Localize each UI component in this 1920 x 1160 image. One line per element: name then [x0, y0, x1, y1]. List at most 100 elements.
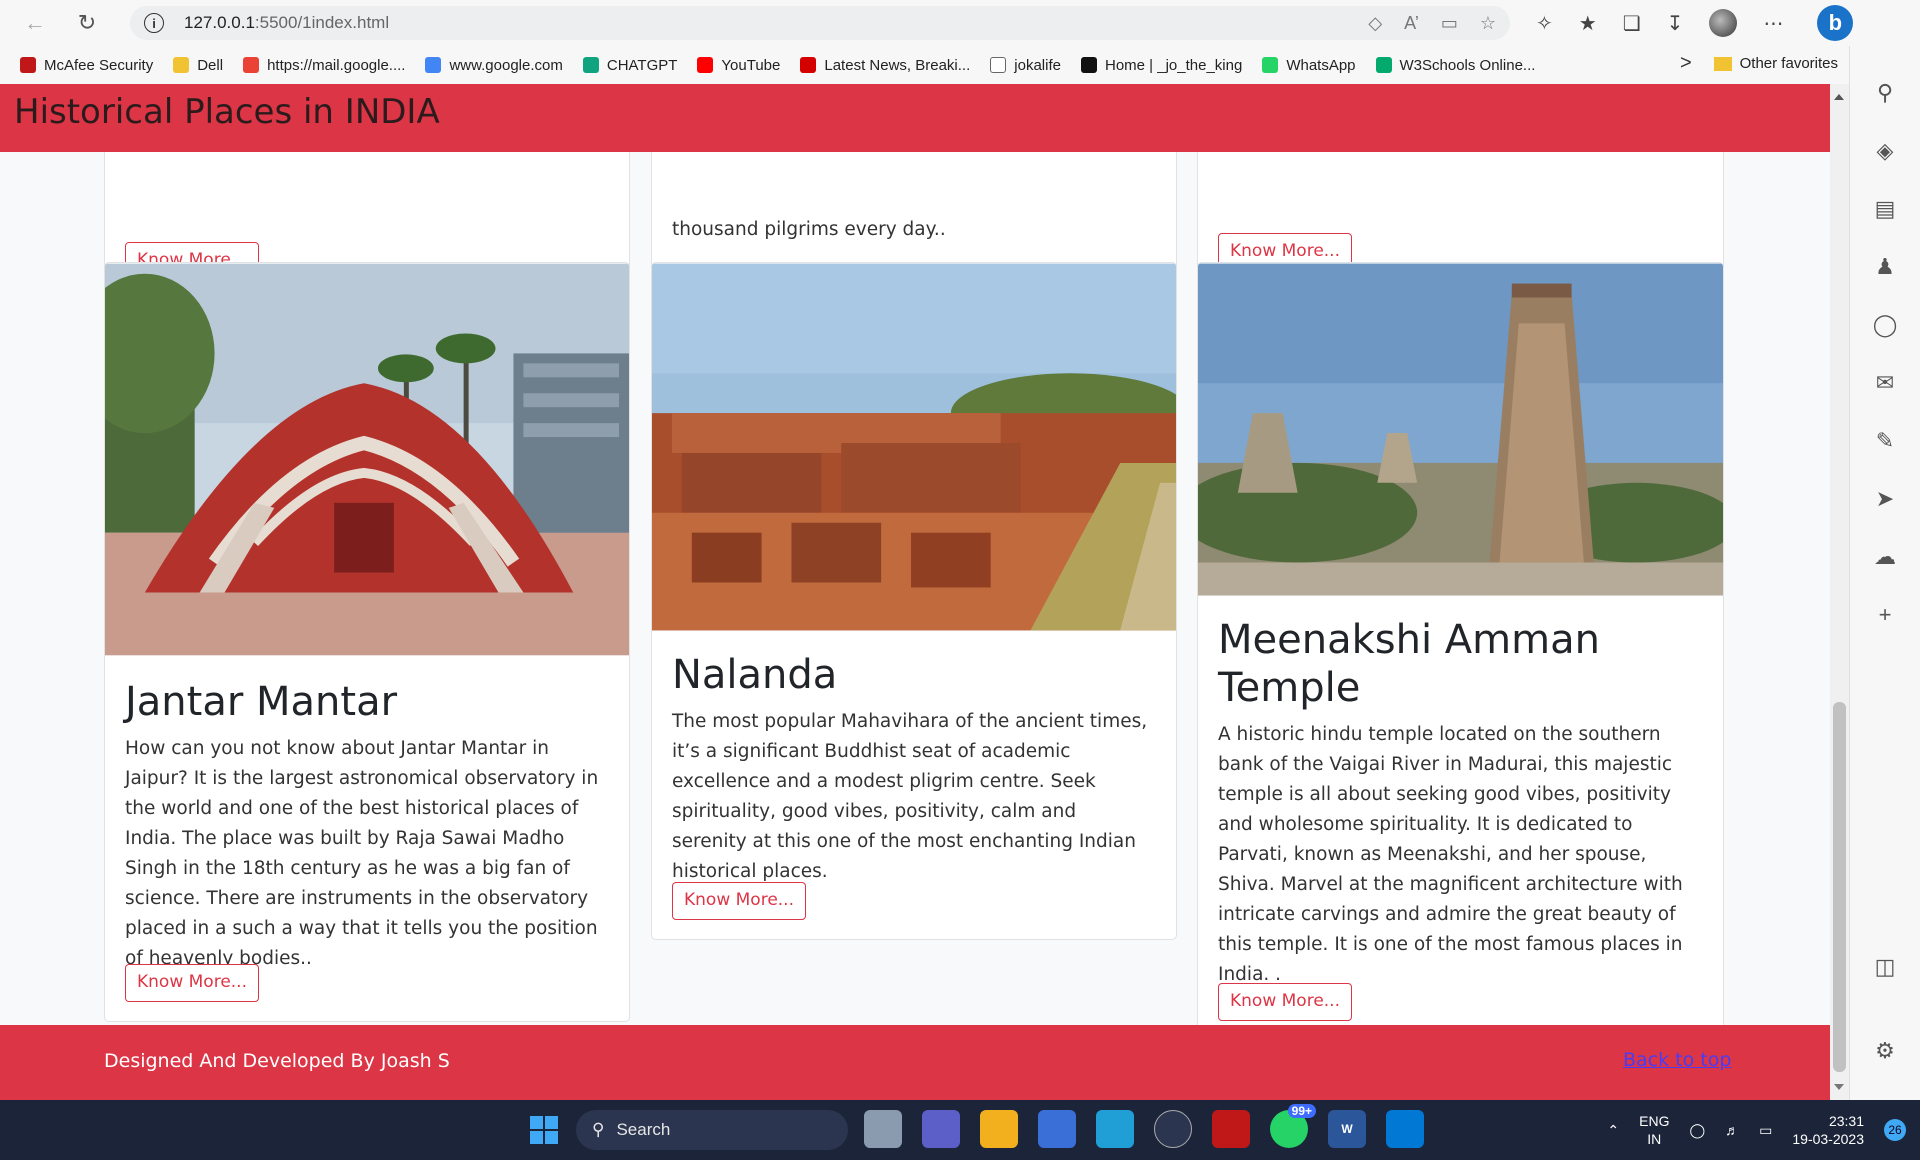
clock-time: 23:31 [1828, 1113, 1864, 1129]
favorite-item[interactable]: YouTube [697, 57, 780, 74]
vscode-icon[interactable] [1386, 1110, 1424, 1148]
dell-icon[interactable] [1154, 1110, 1192, 1148]
outlook-icon[interactable]: ✉ [1870, 368, 1900, 398]
favicon-icon [1080, 57, 1097, 73]
favorite-item[interactable]: WhatsApp [1262, 56, 1356, 74]
favicon-icon [1262, 57, 1279, 73]
task-view-icon[interactable] [864, 1110, 902, 1148]
microsoft-store-icon[interactable] [1038, 1110, 1076, 1148]
settings-gear-icon[interactable]: ⚙ [1870, 1036, 1900, 1066]
scroll-down-arrow-icon[interactable] [1834, 1084, 1844, 1090]
tracking-icon[interactable]: ◇ [1368, 13, 1382, 34]
sidebar-toggle-icon[interactable]: ◫ [1870, 952, 1900, 982]
favorite-item[interactable]: McAfee Security [20, 57, 153, 74]
scrollbar-thumb[interactable] [1833, 702, 1846, 1072]
footer-credit: Designed And Developed By Joash S [104, 1050, 450, 1072]
favorite-label: Dell [197, 56, 224, 74]
card-title: Meenakshi Amman Temple [1218, 617, 1600, 711]
page-scrollbar[interactable] [1830, 84, 1849, 1100]
more-menu-icon[interactable]: ⋯ [1763, 11, 1783, 36]
add-favorite-icon[interactable]: ☆ [1480, 13, 1496, 34]
favorite-item[interactable]: jokalife [990, 57, 1061, 74]
windows-start-icon[interactable] [530, 1116, 558, 1144]
address-bar[interactable]: i 127.0.0.1:5500/1index.html ◇ A’ ▭ ☆ [130, 6, 1510, 40]
back-to-top-link[interactable]: Back to top [1623, 1049, 1731, 1071]
taskbar-search-label: Search [616, 1120, 671, 1139]
clock[interactable]: 23:31 19-03-2023 [1792, 1112, 1864, 1148]
card-text: How can you not know about Jantar Mantar… [125, 738, 599, 969]
favicon-icon [173, 57, 190, 73]
search-icon: ⚲ [592, 1120, 605, 1139]
back-arrow-icon[interactable]: ← [16, 4, 54, 42]
microsoft-365-icon[interactable]: ◯ [1870, 310, 1900, 340]
folder-icon [1713, 56, 1732, 71]
network-icon[interactable]: ◯ [1689, 1122, 1705, 1139]
know-more-button[interactable]: Know More... [672, 882, 806, 920]
favorite-label: https://mail.google.... [267, 56, 406, 74]
mcafee-icon[interactable] [1212, 1110, 1250, 1148]
favorite-label: jokalife [1014, 56, 1061, 74]
language-indicator[interactable]: ENG IN [1639, 1112, 1669, 1148]
other-favorites-label: Other favorites [1739, 55, 1838, 72]
favorite-item[interactable]: Latest News, Breaki... [800, 57, 970, 74]
site-title: Historical Places in INDIA [14, 92, 440, 132]
favorite-label: Latest News, Breaki... [824, 56, 971, 74]
reload-icon[interactable]: ↻ [68, 4, 106, 42]
games-icon[interactable]: ♟ [1870, 252, 1900, 282]
favorite-label: www.google.com [449, 56, 563, 74]
favorite-label: McAfee Security [44, 56, 154, 74]
card-nalanda: Nalanda The most popular Mahavihara of t… [651, 262, 1177, 940]
favorites-icon[interactable]: ★ [1579, 11, 1597, 36]
app-available-icon[interactable]: ▭ [1441, 13, 1458, 34]
scroll-up-arrow-icon[interactable] [1834, 94, 1844, 100]
favorite-item[interactable]: W3Schools Online... [1375, 57, 1535, 74]
favorite-item[interactable]: Home | _jo_the_king [1080, 57, 1242, 74]
notification-badge[interactable]: 26 [1884, 1119, 1906, 1141]
shopping-tag-icon[interactable]: ◈ [1870, 136, 1900, 166]
favicon-icon [800, 57, 817, 73]
favorite-item[interactable]: Dell [173, 57, 223, 74]
downloads-icon[interactable]: ↧ [1667, 11, 1684, 36]
file-explorer-icon[interactable] [980, 1110, 1018, 1148]
search-icon[interactable]: ⚲ [1870, 78, 1900, 108]
extensions-icon[interactable]: ✧ [1536, 11, 1553, 36]
edge-browser-icon[interactable] [1096, 1110, 1134, 1148]
browser-toolbar: ← ↻ i 127.0.0.1:5500/1index.html ◇ A’ ▭ … [0, 0, 1920, 46]
favorite-label: CHATGPT [606, 56, 678, 74]
favorite-item[interactable]: CHATGPT [582, 56, 678, 74]
favorite-item[interactable]: www.google.com [425, 56, 563, 74]
url-path: :5500/1index.html [254, 13, 390, 32]
know-more-button[interactable]: Know More... [125, 964, 259, 1002]
favorite-label: WhatsApp [1286, 56, 1356, 74]
favicon-icon [697, 57, 714, 73]
drop-icon[interactable]: ✎ [1870, 426, 1900, 456]
url-text[interactable]: 127.0.0.1:5500/1index.html [184, 13, 389, 33]
favorites-overflow-icon[interactable]: > [1680, 52, 1692, 75]
site-info-icon[interactable]: i [144, 13, 164, 33]
know-more-button[interactable]: Know More... [1218, 983, 1352, 1021]
taskbar-search[interactable]: ⚲ Search [576, 1110, 848, 1150]
cloud-icon[interactable]: ☁ [1870, 542, 1900, 572]
word-icon[interactable]: W [1328, 1110, 1366, 1148]
favicon-icon [990, 57, 1007, 73]
favorite-item[interactable]: https://mail.google.... [243, 57, 405, 74]
whatsapp-icon[interactable]: 99+ [1270, 1104, 1316, 1148]
partial-card-text: thousand pilgrims every day.. [672, 219, 946, 240]
card-title: Nalanda [672, 652, 838, 698]
volume-icon[interactable]: ♬ [1725, 1122, 1739, 1138]
add-icon[interactable]: + [1870, 600, 1900, 630]
favicon-icon [582, 57, 599, 73]
tools-briefcase-icon[interactable]: ▤ [1870, 194, 1900, 224]
profile-avatar[interactable] [1709, 9, 1738, 37]
card-jantar-mantar: Jantar Mantar How can you not know about… [104, 262, 630, 1022]
bing-chat-icon[interactable]: b [1817, 5, 1854, 41]
send-icon[interactable]: ➤ [1870, 484, 1900, 514]
collections-icon[interactable]: ❏ [1623, 11, 1641, 36]
read-aloud-icon[interactable]: A’ [1404, 13, 1419, 34]
teams-chat-icon[interactable] [922, 1110, 960, 1148]
chevron-up-icon[interactable]: ⌃ [1607, 1122, 1619, 1139]
meenakshi-temple-image [1198, 263, 1723, 596]
other-favorites[interactable]: Other favorites [1713, 55, 1838, 72]
favicon-icon [1375, 57, 1392, 73]
battery-icon[interactable]: ▭ [1759, 1122, 1772, 1139]
